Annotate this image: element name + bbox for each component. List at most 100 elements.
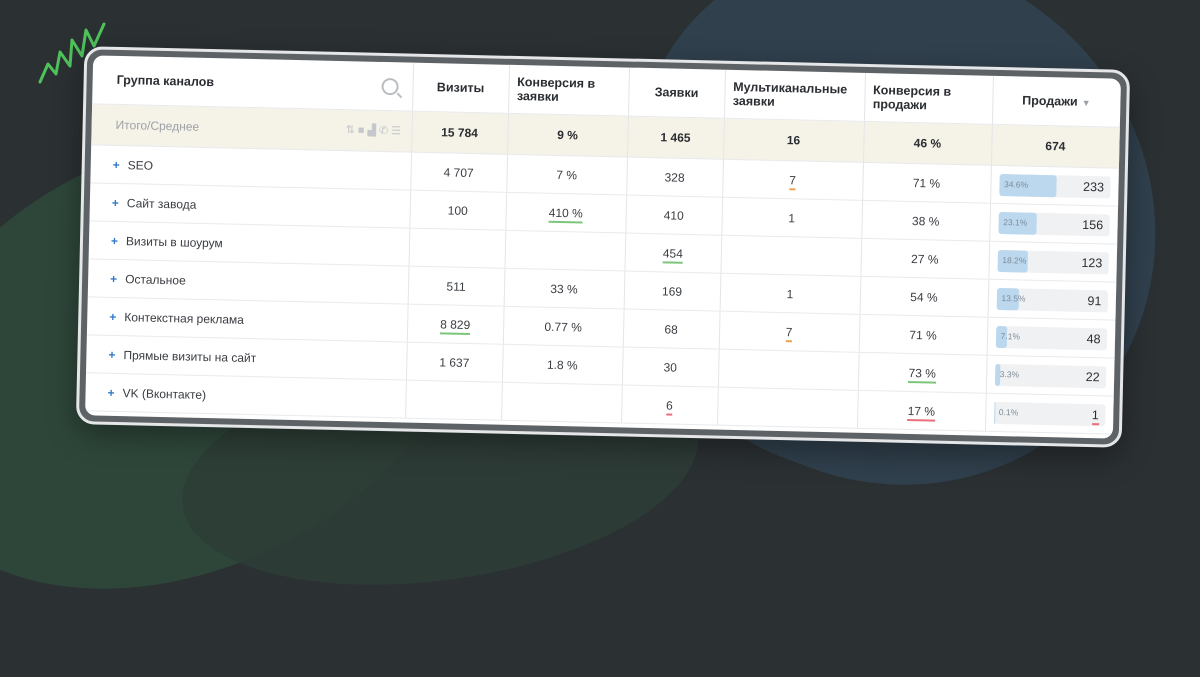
plus-icon[interactable]: + (107, 385, 114, 399)
cell-multichannel (720, 235, 862, 277)
sales-value: 48 (1086, 331, 1101, 346)
table-window-frame: Группа каналов Визиты Конверсия в заявки… (75, 46, 1131, 448)
column-header-visits[interactable]: Визиты (412, 62, 510, 114)
list-icon[interactable]: ☰ (391, 125, 404, 137)
cell-value: 169 (661, 283, 683, 299)
cell-value: 0.77 % (544, 319, 583, 335)
cell-visits: 1 637 (405, 342, 503, 383)
cell-value: 511 (446, 278, 466, 294)
cell-multichannel: 7 (718, 311, 860, 353)
cell-multichannel: 1 (719, 273, 861, 315)
cell-requests: 410 (625, 195, 723, 236)
cell-visits: 100 (409, 190, 507, 231)
cell-multichannel: 1 (721, 197, 863, 239)
cell-conv-requests: 33 % (503, 268, 625, 309)
channel-name: Сайт завода (126, 195, 197, 212)
plus-icon[interactable]: + (113, 157, 120, 171)
total-conv-requests: 9 % (507, 113, 628, 158)
cell-conv-sales: 38 % (861, 200, 991, 242)
sales-bar: 34.6% 233 (998, 173, 1111, 198)
sales-value: 123 (1081, 255, 1103, 270)
cell-value[interactable]: 73 % (908, 365, 937, 384)
view-toolbar: ⇅■▟✆☰ (346, 123, 405, 137)
plus-icon[interactable]: + (108, 347, 115, 361)
cell-sales: 3.3% 22 (985, 355, 1115, 397)
cell-conv-sales: 73 % (857, 352, 987, 394)
cell-conv-requests: 7 % (506, 154, 628, 196)
total-requests: 1 465 (627, 116, 724, 160)
search-icon[interactable] (380, 77, 399, 95)
cell-value[interactable]: 6 (665, 397, 673, 416)
cell-requests: 454 (624, 233, 722, 274)
cell-requests: 68 (622, 308, 720, 350)
sort-desc-icon[interactable]: ▼ (1082, 97, 1091, 107)
cell-value: 71 % (909, 327, 937, 343)
cell-conv-sales: 54 % (859, 276, 989, 318)
column-header-group[interactable]: Группа каналов (92, 55, 414, 112)
cell-conv-sales: 71 % (858, 314, 988, 356)
cell-value: 1 637 (439, 354, 470, 370)
sales-bar: 3.3% 22 (994, 363, 1106, 388)
channel-name: Прямые визиты на сайт (123, 347, 257, 365)
total-conv-sales: 46 % (862, 121, 992, 166)
cell-sales: 0.1% 1 (984, 393, 1114, 435)
cell-value: 38 % (911, 213, 940, 229)
cell-value[interactable]: 8 829 (439, 316, 471, 335)
sales-value: 156 (1082, 217, 1104, 232)
column-header-conv-requests[interactable]: Конверсия в заявки (508, 64, 630, 117)
cell-value[interactable]: 17 % (907, 403, 936, 422)
column-header-label: Группа каналов (116, 72, 215, 90)
cell-value[interactable]: 410 % (548, 205, 583, 224)
plus-icon[interactable]: + (110, 271, 117, 285)
phone-icon[interactable]: ✆ (379, 125, 391, 137)
cell-conv-sales: 71 % (862, 162, 991, 204)
sales-value: 1 (1091, 407, 1099, 425)
plus-icon[interactable]: + (109, 309, 116, 323)
total-sales: 674 (990, 124, 1120, 169)
plus-icon[interactable]: + (111, 233, 118, 247)
cell-value: 71 % (912, 175, 941, 191)
sales-bar: 0.1% 1 (993, 401, 1106, 426)
sort-icon[interactable]: ⇅ (346, 124, 358, 136)
cell-value: 30 (663, 359, 678, 375)
total-multichannel: 16 (723, 118, 864, 163)
cell-conv-requests (501, 382, 622, 423)
cell-value: 328 (664, 169, 685, 185)
channel-name-cell: + VK (Вконтакте) (85, 372, 406, 419)
cell-conv-sales: 27 % (860, 238, 990, 280)
plus-icon[interactable]: + (112, 195, 119, 209)
cell-value[interactable]: 7 (785, 324, 793, 342)
sales-value: 233 (1082, 179, 1105, 194)
cell-requests: 30 (621, 346, 719, 388)
cell-sales: 34.6% 233 (990, 165, 1119, 207)
cell-visits: 511 (407, 266, 505, 307)
cell-visits (405, 380, 502, 421)
sales-share-label: 3.3% (999, 368, 1020, 379)
channel-name: Остальное (125, 271, 186, 288)
column-header-label: Продажи (1022, 92, 1078, 109)
cell-sales: 23.1% 156 (989, 203, 1119, 245)
sales-share-label: 0.1% (998, 406, 1019, 417)
cell-visits: 8 829 (406, 304, 504, 345)
cell-sales: 18.2% 123 (988, 241, 1118, 283)
column-header-requests[interactable]: Заявки (627, 67, 726, 119)
table-icon[interactable]: ■ (358, 124, 368, 136)
sales-share-label: 13.5% (1001, 292, 1026, 304)
cell-value[interactable]: 7 (789, 172, 797, 190)
cell-multichannel (717, 349, 859, 391)
column-header-multichannel[interactable]: Мультиканальные заявки (723, 69, 866, 122)
chart-icon[interactable]: ▟ (367, 125, 379, 137)
sales-share-label: 7.1% (1000, 330, 1021, 341)
cell-conv-sales: 17 % (856, 390, 986, 432)
cell-value: 4 707 (443, 164, 474, 180)
sales-bar: 7.1% 48 (995, 325, 1107, 350)
channel-name: SEO (127, 157, 154, 173)
column-header-sales[interactable]: Продажи ▼ (991, 75, 1121, 128)
report-table-card: Группа каналов Визиты Конверсия в заявки… (85, 55, 1121, 439)
sales-share-label: 34.6% (1003, 178, 1029, 190)
sales-share-label: 18.2% (1002, 254, 1027, 266)
cell-value[interactable]: 454 (662, 245, 684, 264)
sales-value: 91 (1087, 293, 1102, 308)
column-header-conv-sales[interactable]: Конверсия в продажи (863, 72, 993, 125)
cell-value: 100 (447, 202, 468, 218)
